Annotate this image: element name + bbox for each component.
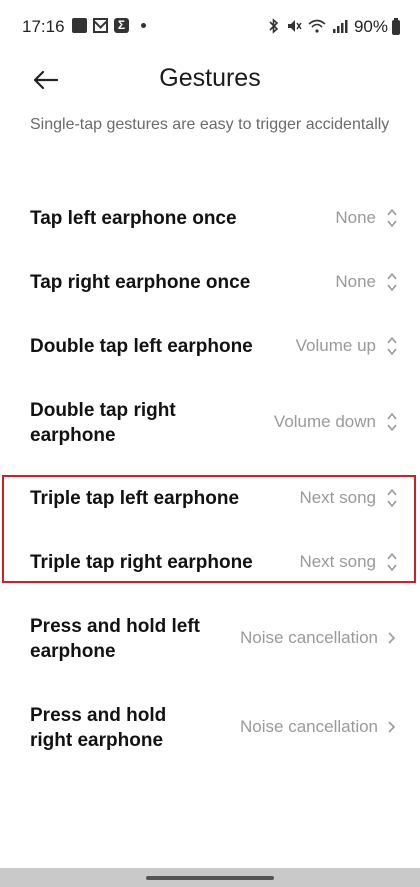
sigma-icon: Σ <box>114 18 129 33</box>
gesture-label: Triple tap right earphone <box>30 552 253 573</box>
gesture-value: Volume up <box>295 336 376 355</box>
gesture-value: Noise cancellation <box>240 717 378 736</box>
gesture-label: Double tap left earphone <box>30 336 253 357</box>
image-icon <box>72 18 87 33</box>
status-bar: 17:16 Σ 90% <box>0 0 420 56</box>
bluetooth-icon <box>269 18 279 34</box>
gesture-label: Triple tap left earphone <box>30 488 240 509</box>
wifi-icon <box>308 19 326 33</box>
home-indicator[interactable] <box>146 876 274 880</box>
gesture-row-double-tap-left[interactable]: Double tap left earphone Volume up <box>0 324 420 368</box>
status-right-icons <box>268 18 348 34</box>
gesture-row-press-hold-left[interactable]: Press and hold left earphone Noise cance… <box>0 612 420 664</box>
gesture-row-double-tap-right[interactable]: Double tap right earphone Volume down <box>0 396 420 448</box>
chevron-right-icon <box>388 632 396 644</box>
mute-icon <box>288 20 302 32</box>
battery-percent: 90% <box>353 17 388 36</box>
battery-status: 90% <box>354 17 400 37</box>
chevron-up-down-icon <box>387 272 397 292</box>
chevron-up-down-icon <box>387 412 397 432</box>
battery-icon <box>392 17 400 35</box>
gesture-label-line-2: earphone <box>30 425 116 446</box>
gesture-value: None <box>335 208 376 227</box>
gesture-label: Tap left earphone once <box>30 208 237 229</box>
gesture-label-line-1: Press and hold left <box>30 616 200 637</box>
page-title: Gestures <box>159 64 261 92</box>
gesture-row-tap-right-once[interactable]: Tap right earphone once None <box>0 260 420 304</box>
dot-icon <box>141 23 146 28</box>
gesture-label-line-1: Double tap right <box>30 400 176 421</box>
gesture-row-triple-tap-left[interactable]: Triple tap left earphone Next song <box>0 476 420 520</box>
chevron-up-down-icon <box>387 488 397 508</box>
gesture-label-line-2: earphone <box>30 641 116 662</box>
gestures-hint: Single-tap gestures are easy to trigger … <box>30 116 390 133</box>
gesture-value: Next song <box>299 488 376 507</box>
chevron-up-down-icon <box>387 336 397 356</box>
gesture-row-tap-left-once[interactable]: Tap left earphone once None <box>0 196 420 240</box>
navigation-bar <box>0 868 420 887</box>
gesture-label: Tap right earphone once <box>30 272 251 293</box>
chevron-up-down-icon <box>387 552 397 572</box>
gmail-icon <box>93 18 108 33</box>
app-header: Gestures <box>0 58 420 102</box>
signal-icon <box>333 20 348 33</box>
gesture-value: None <box>335 272 376 291</box>
gesture-value: Next song <box>299 552 376 571</box>
gesture-label: Double tap right earphone <box>30 398 176 448</box>
status-left-icons: Σ <box>72 18 146 33</box>
gesture-label-line-1: Press and hold <box>30 705 167 726</box>
chevron-right-icon <box>388 721 396 733</box>
gesture-label-line-2: right earphone <box>30 730 164 751</box>
gesture-row-triple-tap-right[interactable]: Triple tap right earphone Next song <box>0 540 420 584</box>
gesture-row-press-hold-right[interactable]: Press and hold right earphone Noise canc… <box>0 701 420 753</box>
gesture-label: Press and hold left earphone <box>30 614 200 664</box>
gesture-value: Noise cancellation <box>240 628 378 647</box>
status-time: 17:16 <box>22 17 65 36</box>
chevron-up-down-icon <box>387 208 397 228</box>
gesture-value: Volume down <box>273 412 376 431</box>
gesture-label: Press and hold right earphone <box>30 703 166 753</box>
